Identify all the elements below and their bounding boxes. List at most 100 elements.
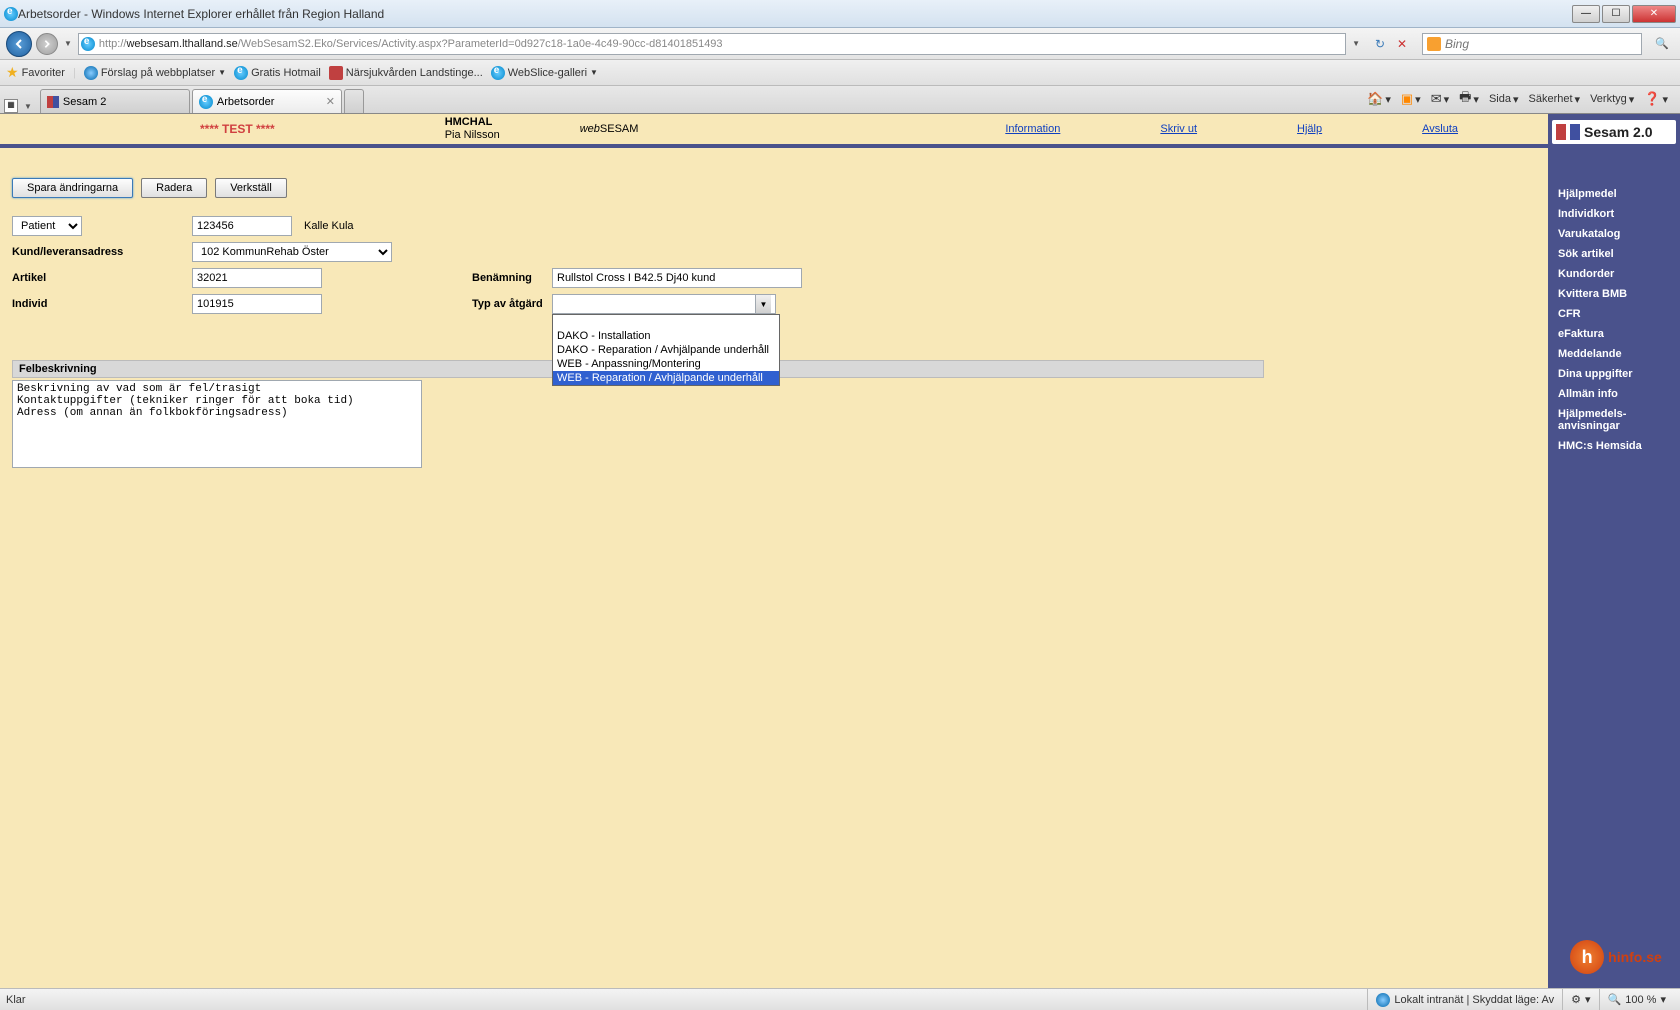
artikel-label: Artikel	[12, 272, 192, 284]
back-button[interactable]	[6, 31, 32, 57]
tab-sesam2[interactable]: Sesam 2	[40, 89, 190, 113]
home-button[interactable]: 🏠▾	[1367, 91, 1391, 107]
rss-icon: ▣	[1401, 91, 1413, 107]
atgard-option-web-rep[interactable]: WEB - Reparation / Avhjälpande underhåll	[553, 371, 779, 385]
atgard-dropdown-list: DAKO - Installation DAKO - Reparation / …	[552, 314, 780, 386]
favorites-button[interactable]: ★Favoriter	[6, 64, 65, 81]
hinfo-ball-icon: h	[1570, 940, 1604, 974]
ie-icon	[199, 95, 213, 109]
sidebar-link-allman-info[interactable]: Allmän info	[1548, 384, 1680, 404]
kund-label: Kund/leveransadress	[12, 246, 192, 258]
felbeskrivning-textarea[interactable]	[12, 380, 422, 468]
artikel-input[interactable]	[192, 268, 322, 288]
forward-button[interactable]	[36, 33, 58, 55]
tab-arbetsorder[interactable]: Arbetsorder ✕	[192, 89, 342, 113]
maximize-button[interactable]: ☐	[1602, 5, 1630, 23]
hinfo-logo[interactable]: h hinfo.se	[1556, 930, 1676, 984]
url-scheme: http://	[99, 38, 127, 50]
atgard-option-web-anpass[interactable]: WEB - Anpassning/Montering	[553, 357, 779, 371]
sidebar-link-hjalpmedels-anvisningar[interactable]: Hjälpmedels-anvisningar	[1548, 404, 1680, 436]
ie-icon	[491, 66, 505, 80]
fav-link-suggestions[interactable]: Förslag på webbplatser ▼	[84, 66, 226, 80]
sidebar-link-kvittera-bmb[interactable]: Kvittera BMB	[1548, 284, 1680, 304]
sidebar-link-meddelande[interactable]: Meddelande	[1548, 344, 1680, 364]
status-bar: Klar Lokalt intranät | Skyddat läge: Av …	[0, 988, 1680, 1010]
app-header: **** TEST **** HMCHAL Pia Nilsson webSES…	[0, 114, 1548, 148]
feeds-button[interactable]: ▣▾	[1401, 91, 1421, 107]
address-bar[interactable]: http://websesam.lthalland.se/WebSesamS2.…	[78, 33, 1346, 55]
tools-menu[interactable]: Verktyg ▾	[1590, 93, 1634, 106]
sidebar-link-kundorder[interactable]: Kundorder	[1548, 264, 1680, 284]
print-button[interactable]: 🖶▾	[1459, 88, 1479, 110]
link-skriv-ut[interactable]: Skriv ut	[1160, 123, 1197, 135]
nav-history-dropdown[interactable]: ▼	[62, 39, 74, 48]
tab-close-icon[interactable]: ✕	[326, 95, 335, 108]
home-icon: 🏠	[1367, 91, 1383, 107]
page-menu[interactable]: Sida ▾	[1489, 93, 1519, 106]
sidebar-link-hmc-hemsida[interactable]: HMC:s Hemsida	[1548, 436, 1680, 456]
atgard-label: Typ av åtgärd	[472, 298, 552, 310]
stop-button[interactable]: ✕	[1392, 34, 1412, 54]
sidebar-link-sok-artikel[interactable]: Sök artikel	[1548, 244, 1680, 264]
save-button[interactable]: Spara ändringarna	[12, 178, 133, 198]
status-zoom[interactable]: 🔍 100 % ▾	[1599, 989, 1674, 1010]
patient-name: Kalle Kula	[304, 220, 354, 232]
patient-id-input[interactable]	[192, 216, 292, 236]
link-avsluta[interactable]: Avsluta	[1422, 123, 1458, 135]
minimize-button[interactable]: —	[1572, 5, 1600, 23]
ie-icon	[4, 7, 18, 21]
sidebar-link-hjalpmedel[interactable]: Hjälpmedel	[1548, 184, 1680, 204]
help-button[interactable]: ❓▾	[1644, 91, 1668, 107]
status-zone: Lokalt intranät | Skyddat läge: Av	[1367, 989, 1562, 1010]
ie-icon	[234, 66, 248, 80]
url-path: /WebSesamS2.Eko/Services/Activity.aspx?P…	[238, 38, 723, 50]
print-icon: 🖶	[1459, 88, 1471, 110]
atgard-option-dako-install[interactable]: DAKO - Installation	[553, 329, 779, 343]
mail-button[interactable]: ✉▾	[1431, 91, 1449, 107]
sidebar: Sesam 2.0 Hjälpmedel Individkort Varukat…	[1548, 114, 1680, 988]
address-dropdown[interactable]: ▼	[1350, 39, 1362, 48]
bing-icon	[1427, 37, 1441, 51]
sidebar-link-varukatalog[interactable]: Varukatalog	[1548, 224, 1680, 244]
shield-icon: ⚙	[1571, 993, 1581, 1006]
star-icon: ★	[6, 64, 19, 81]
quicktabs-button[interactable]: ▦	[4, 99, 18, 113]
status-protected-mode-toggle[interactable]: ⚙▾	[1562, 989, 1598, 1010]
benamning-label: Benämning	[472, 272, 552, 284]
fav-link-webslice[interactable]: WebSlice-galleri ▼	[491, 66, 598, 80]
mail-icon: ✉	[1431, 91, 1442, 107]
atgard-option-empty[interactable]	[553, 315, 779, 329]
fav-link-narsjukvarden[interactable]: Närsjukvården Landstinge...	[329, 66, 483, 80]
fav-link-hotmail[interactable]: Gratis Hotmail	[234, 66, 321, 80]
link-hjalp[interactable]: Hjälp	[1297, 123, 1322, 135]
url-host: websesam.lthalland.se	[126, 38, 237, 50]
nav-toolbar: ▼ http://websesam.lthalland.se/WebSesamS…	[0, 28, 1680, 60]
sidebar-link-efaktura[interactable]: eFaktura	[1548, 324, 1680, 344]
app-brand: webSESAM	[580, 123, 639, 135]
search-input[interactable]	[1445, 37, 1637, 51]
atgard-option-dako-rep[interactable]: DAKO - Reparation / Avhjälpande underhål…	[553, 343, 779, 357]
individ-label: Individ	[12, 298, 192, 310]
sidebar-link-cfr[interactable]: CFR	[1548, 304, 1680, 324]
zone-icon	[1376, 993, 1390, 1007]
quicktabs-dropdown[interactable]: ▼	[22, 102, 34, 111]
kund-select[interactable]: 102 KommunRehab Öster	[192, 242, 392, 262]
sidebar-link-individkort[interactable]: Individkort	[1548, 204, 1680, 224]
individ-input[interactable]	[192, 294, 322, 314]
execute-button[interactable]: Verkställ	[215, 178, 287, 198]
help-icon: ❓	[1644, 91, 1660, 107]
patient-type-select[interactable]: Patient	[12, 216, 82, 236]
new-tab-button[interactable]	[344, 89, 364, 113]
refresh-button[interactable]: ↻	[1370, 34, 1390, 54]
close-button[interactable]: ✕	[1632, 5, 1676, 23]
search-box[interactable]	[1422, 33, 1642, 55]
search-button[interactable]: 🔍	[1650, 33, 1674, 55]
atgard-select[interactable]: ▼	[552, 294, 776, 314]
globe-icon	[84, 66, 98, 80]
safety-menu[interactable]: Säkerhet ▾	[1529, 93, 1581, 106]
delete-button[interactable]: Radera	[141, 178, 207, 198]
sesam-icon	[47, 96, 59, 108]
sidebar-link-dina-uppgifter[interactable]: Dina uppgifter	[1548, 364, 1680, 384]
link-information[interactable]: Information	[1005, 123, 1060, 135]
benamning-input[interactable]	[552, 268, 802, 288]
